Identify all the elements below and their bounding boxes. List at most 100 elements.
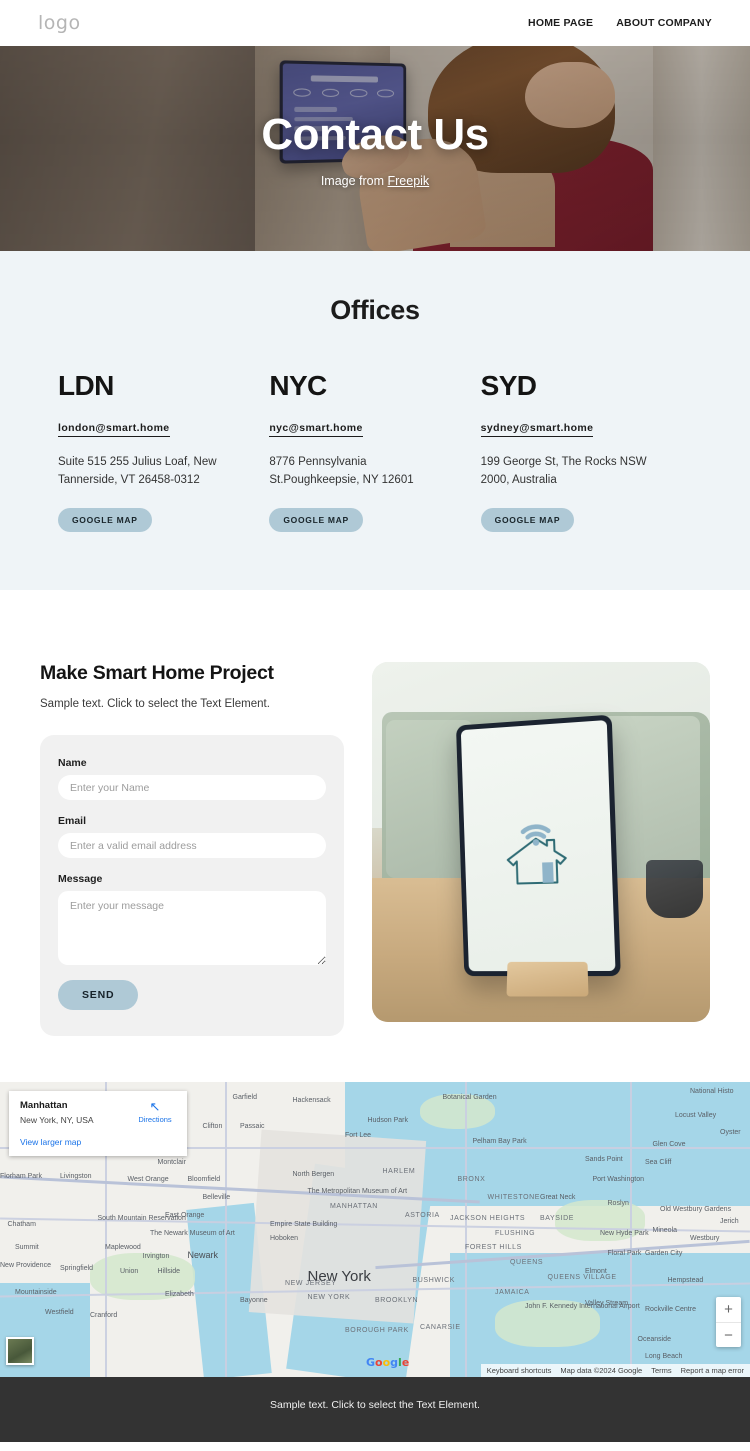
main-navigation: HOME PAGE ABOUT COMPANY xyxy=(528,17,712,29)
project-section: Make Smart Home Project Sample text. Cli… xyxy=(0,590,750,1082)
google-map-button[interactable]: GOOGLE MAP xyxy=(269,507,363,532)
image-credit: Image from Freepik xyxy=(321,174,429,188)
map-label: HARLEM xyxy=(382,1167,416,1175)
office-address: Suite 515 255 Julius Loaf, New Tannersid… xyxy=(58,456,217,486)
map-label: Port Washington xyxy=(592,1176,645,1184)
map-label: Glen Cove xyxy=(652,1141,686,1148)
map-label: Long Beach xyxy=(645,1353,683,1361)
map-label: CANARSIE xyxy=(420,1323,461,1331)
email-input[interactable] xyxy=(58,833,326,858)
office-address: 199 George St, The Rocks NSW 2000, Austr… xyxy=(480,456,647,486)
hero-section: Contact Us Image from Freepik xyxy=(0,46,750,251)
offices-section: Offices LDN london@smart.home Suite 515 … xyxy=(0,251,750,590)
map-label: Passaic xyxy=(240,1123,265,1131)
map-label: Jerich xyxy=(720,1217,739,1225)
contact-page: logo HOME PAGE ABOUT COMPANY Contact Us … xyxy=(0,0,750,1442)
directions-button[interactable]: ↖ Directions xyxy=(134,1100,176,1124)
map-label: MANHATTAN xyxy=(330,1202,378,1210)
map-label: Elizabeth xyxy=(165,1291,194,1299)
send-button[interactable]: SEND xyxy=(58,980,139,1010)
google-map-button[interactable]: GOOGLE MAP xyxy=(58,507,152,532)
terms-link[interactable]: Terms xyxy=(651,1366,671,1375)
map-label: Florham Park xyxy=(0,1173,43,1181)
map-label: The Metropolitan Museum of Art xyxy=(307,1188,408,1196)
contact-form: Name Email Message SEND xyxy=(40,735,344,1036)
directions-arrow-icon: ↖ xyxy=(149,1099,161,1114)
map-place-address: New York, NY, USA xyxy=(20,1115,94,1125)
map-place-name: Manhattan xyxy=(20,1100,68,1111)
map-label: Great Neck xyxy=(540,1194,576,1202)
office-email-link[interactable]: nyc@smart.home xyxy=(269,422,363,437)
footer-text: Sample text. Click to select the Text El… xyxy=(270,1399,480,1411)
map-label: New Providence xyxy=(0,1261,51,1269)
map-label: Garfield xyxy=(232,1093,258,1101)
nav-item-home-page[interactable]: HOME PAGE xyxy=(528,17,593,29)
view-larger-map-link[interactable]: View larger map xyxy=(20,1137,176,1147)
map-label: Westfield xyxy=(45,1309,74,1317)
map-label: North Bergen xyxy=(292,1170,335,1178)
name-label: Name xyxy=(58,757,87,769)
map-label: Sands Point xyxy=(585,1155,623,1163)
office-card-nyc: NYC nyc@smart.home 8776 Pennsylvania St.… xyxy=(269,370,480,532)
map-label: Sea Cliff xyxy=(645,1158,672,1166)
map-label: Pelham Bay Park xyxy=(472,1138,527,1146)
map-label: Old Westbury Gardens xyxy=(660,1205,732,1213)
office-email-link[interactable]: london@smart.home xyxy=(58,422,170,437)
office-code: SYD xyxy=(480,370,537,401)
map-info-card: Manhattan New York, NY, USA ↖ Directions… xyxy=(9,1091,187,1156)
map-label: NEW JERSEY xyxy=(285,1279,337,1287)
logo[interactable]: logo xyxy=(38,12,81,34)
map-label: Westbury xyxy=(690,1235,720,1243)
keyboard-shortcuts-link[interactable]: Keyboard shortcuts xyxy=(487,1366,552,1375)
map-label: FOREST HILLS xyxy=(465,1244,522,1252)
offices-grid: LDN london@smart.home Suite 515 255 Juli… xyxy=(0,326,750,532)
nav-item-about-company[interactable]: ABOUT COMPANY xyxy=(616,17,712,29)
map-label: Elmont xyxy=(585,1267,607,1275)
map-label: Hempstead xyxy=(667,1276,704,1284)
message-textarea[interactable] xyxy=(58,891,326,965)
map-label: JAMAICA xyxy=(495,1288,530,1296)
map-label: South Mountain Reservation xyxy=(97,1214,186,1222)
map-label: BUSHWICK xyxy=(412,1276,456,1284)
map-label: ASTORIA xyxy=(405,1211,440,1219)
page-title: Contact Us xyxy=(261,109,489,159)
map-label: Locust Valley xyxy=(675,1111,717,1119)
location-map[interactable]: New York MANHATTAN BROOKLYN QUEENS BRONX Newa… xyxy=(0,1082,750,1377)
office-code: LDN xyxy=(58,370,114,401)
contact-form-column: Make Smart Home Project Sample text. Cli… xyxy=(40,662,344,1036)
google-map-button[interactable]: GOOGLE MAP xyxy=(480,507,575,532)
message-label: Message xyxy=(58,873,103,885)
google-watermark: Google xyxy=(366,1356,410,1369)
map-label: Mineola xyxy=(652,1226,678,1234)
map-label: Livingston xyxy=(60,1173,92,1181)
map-label: Summit xyxy=(15,1244,39,1252)
map-label: QUEENS xyxy=(510,1259,544,1266)
map-label: Hackensack xyxy=(292,1096,331,1104)
freepik-link[interactable]: Freepik xyxy=(388,174,430,188)
map-label: Cranford xyxy=(90,1312,118,1320)
name-input[interactable] xyxy=(58,775,326,800)
map-label: BROOKLYN xyxy=(375,1297,419,1305)
map-label: Rockville Centre xyxy=(645,1306,696,1314)
map-label: Hoboken xyxy=(270,1235,299,1243)
office-card-syd: SYD sydney@smart.home 199 George St, The… xyxy=(480,370,692,532)
office-email-link[interactable]: sydney@smart.home xyxy=(480,422,594,437)
map-zoom-controls: + − xyxy=(716,1297,741,1347)
map-label: Montclair xyxy=(157,1158,186,1166)
map-data-copyright: Map data ©2024 Google xyxy=(560,1366,643,1375)
map-label: National Histo xyxy=(690,1087,734,1095)
project-subtext: Sample text. Click to select the Text El… xyxy=(40,698,270,710)
report-error-link[interactable]: Report a map error xyxy=(681,1366,744,1375)
site-header: logo HOME PAGE ABOUT COMPANY xyxy=(0,0,750,46)
satellite-view-thumbnail[interactable] xyxy=(6,1337,34,1365)
zoom-in-button[interactable]: + xyxy=(716,1297,741,1322)
office-card-ldn: LDN london@smart.home Suite 515 255 Juli… xyxy=(58,370,269,532)
site-footer: Sample text. Click to select the Text El… xyxy=(0,1377,750,1442)
map-label: Bayonne xyxy=(240,1297,268,1305)
project-heading: Make Smart Home Project xyxy=(40,662,274,684)
map-label: Hudson Park xyxy=(367,1117,408,1125)
project-image-column xyxy=(372,662,710,1036)
map-label: Roslyn xyxy=(607,1200,629,1207)
zoom-out-button[interactable]: − xyxy=(716,1322,741,1347)
directions-label: Directions xyxy=(138,1115,172,1124)
